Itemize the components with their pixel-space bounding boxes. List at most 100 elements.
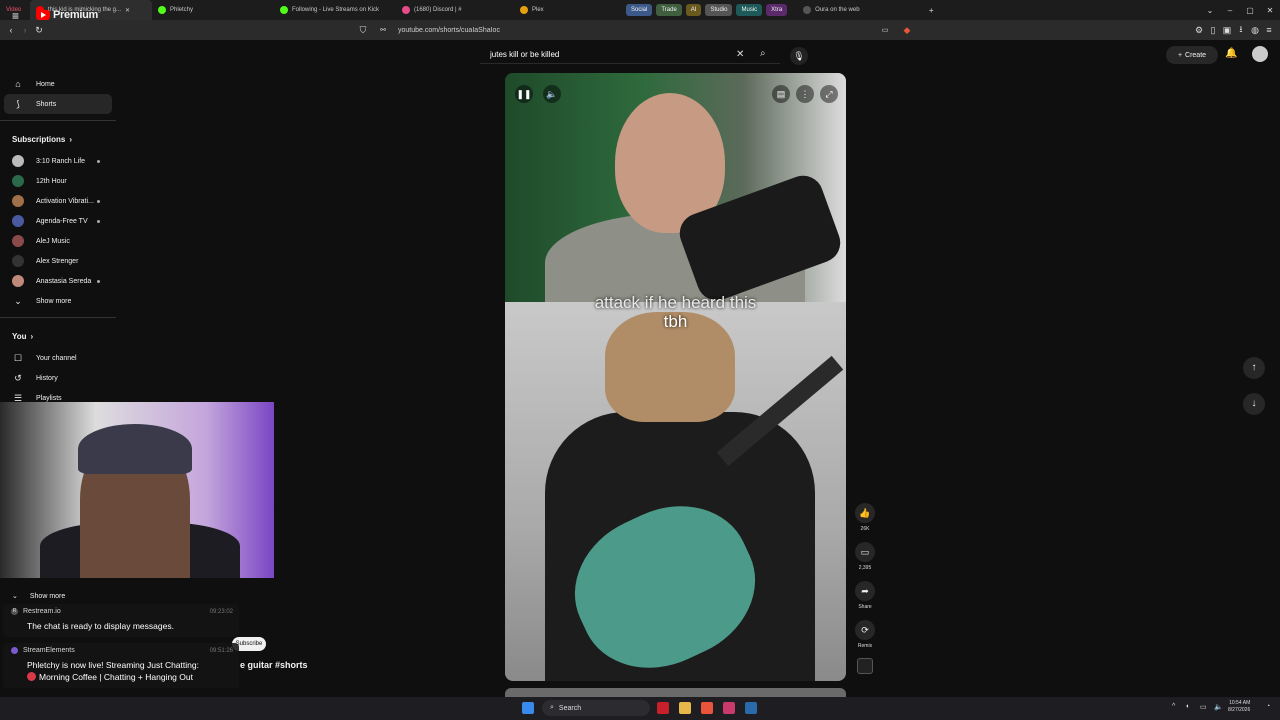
- next-short-button[interactable]: ↓: [1243, 393, 1265, 415]
- bookmark-icon[interactable]: ⛉: [356, 25, 370, 36]
- sidebar-sub-alej-music[interactable]: AleJ Music: [0, 231, 116, 251]
- voice-search-icon[interactable]: 🎙: [790, 47, 808, 65]
- minimize-button[interactable]: –: [1220, 6, 1240, 15]
- clear-search-icon[interactable]: ✕: [736, 49, 744, 60]
- site-info-icon[interactable]: ⚯: [376, 26, 390, 34]
- tab-group-social[interactable]: Social: [626, 4, 653, 16]
- you-heading[interactable]: You ›: [0, 324, 116, 348]
- tab-group-trade[interactable]: Trade: [656, 4, 682, 16]
- cast-icon[interactable]: ▭: [878, 26, 892, 34]
- tray-app-icon[interactable]: ◐: [1186, 703, 1190, 710]
- maximize-button[interactable]: ▢: [1240, 6, 1260, 15]
- taskbar-app-icon[interactable]: [657, 702, 669, 714]
- webcam-overlay: [0, 402, 274, 578]
- sidebar-sub-310-ranch-life[interactable]: 3:10 Ranch Life: [0, 151, 116, 171]
- tab-group-studio[interactable]: Studio: [705, 4, 733, 16]
- sidebar-item-home[interactable]: ⌂ Home: [0, 74, 116, 94]
- vpn-icon[interactable]: ◍: [1248, 25, 1262, 36]
- home-icon: ⌂: [15, 79, 21, 89]
- previous-short-button[interactable]: ↑: [1243, 357, 1265, 379]
- close-window-button[interactable]: ✕: [1260, 6, 1280, 15]
- network-icon[interactable]: ▭: [1200, 703, 1207, 711]
- taskbar-search[interactable]: ⌕ Search: [542, 700, 650, 716]
- share-icon[interactable]: ➦: [855, 581, 875, 601]
- steam-icon[interactable]: [745, 702, 757, 714]
- sidebar-item-shorts[interactable]: ⟆ Shorts: [4, 94, 112, 114]
- tab-group-xtra[interactable]: Xtra: [766, 4, 788, 16]
- sidebar-sub-activation-vibration[interactable]: Activation Vibrati...: [0, 191, 116, 211]
- tab-group-ai[interactable]: AI: [685, 4, 702, 16]
- remix-action[interactable]: ⟳ Remix: [855, 620, 875, 649]
- share-action[interactable]: ➦ Share: [855, 581, 875, 610]
- tab-group-music[interactable]: Music: [736, 4, 763, 16]
- new-content-dot: [97, 200, 100, 203]
- channel-avatar: [12, 275, 24, 287]
- file-explorer-icon[interactable]: [679, 702, 691, 714]
- wallet-icon[interactable]: ▣: [1220, 25, 1234, 36]
- sidebar-show-more-2[interactable]: ⌄ Show more: [12, 592, 65, 601]
- reload-icon[interactable]: ↻: [32, 25, 46, 36]
- stream-chat-overlay: R Restream.io 09:23:02 The chat is ready…: [3, 604, 239, 708]
- new-tab-button[interactable]: +: [921, 6, 941, 15]
- chevron-down-icon: ⌄: [12, 593, 18, 600]
- channel-avatar: [12, 235, 24, 247]
- streaming-app-icon[interactable]: [723, 702, 735, 714]
- account-avatar[interactable]: [1252, 46, 1268, 62]
- windows-start-icon[interactable]: [522, 702, 534, 714]
- youtube-logo[interactable]: Premium: [36, 9, 98, 21]
- browser-menu-icon[interactable]: ≡: [1262, 25, 1276, 35]
- thumbs-up-icon[interactable]: 👍: [855, 503, 875, 523]
- forward-icon[interactable]: ›: [18, 25, 32, 35]
- tab-plex[interactable]: Plex: [514, 0, 624, 20]
- new-content-dot: [97, 160, 100, 163]
- kick-icon: [158, 6, 166, 14]
- fullscreen-icon[interactable]: ⤢: [820, 85, 838, 103]
- chat-message: StreamElements 09:51:26 Phletchy is now …: [3, 643, 239, 688]
- brave-shield-icon[interactable]: ◆: [900, 25, 914, 36]
- tray-chevron-icon[interactable]: ^: [1172, 703, 1175, 710]
- tab-discord[interactable]: (1680) Discord | #: [396, 0, 514, 20]
- speaker-icon[interactable]: 🔈: [1214, 703, 1223, 711]
- volume-icon[interactable]: 🔈: [543, 85, 561, 103]
- sidebar-sub-alex-strenger[interactable]: Alex Strenger: [0, 251, 116, 271]
- search-input[interactable]: [480, 50, 730, 59]
- tab-phletchy[interactable]: Phletchy: [152, 0, 274, 20]
- comments-action[interactable]: ▭ 2,395: [855, 542, 875, 571]
- tab-kick-following[interactable]: Following - Live Streams on Kick: [274, 0, 396, 20]
- download-icon[interactable]: ⭳: [1234, 22, 1248, 38]
- url-field[interactable]: youtube.com/shorts/cuaIaShaIoc: [398, 27, 500, 34]
- restream-icon: R: [11, 608, 18, 615]
- kick-icon: [280, 6, 288, 14]
- shorts-video-player[interactable]: attack if he heard this tbh ❚❚ 🔈 ▤ ⋮ ⤢: [505, 73, 846, 681]
- sidebar-item-history[interactable]: ↺ History: [0, 368, 116, 388]
- remix-icon[interactable]: ⟳: [855, 620, 875, 640]
- close-tab-icon[interactable]: ✕: [125, 7, 130, 14]
- notification-center-icon[interactable]: ◔: [1266, 703, 1270, 710]
- sidebar-sub-anastasia-sereda[interactable]: Anastasia Sereda: [0, 271, 116, 291]
- taskbar-clock[interactable]: 10:54 AM 8/27/2026: [1228, 700, 1250, 714]
- tab-oura[interactable]: Oura on the web: [797, 0, 917, 20]
- sidebar-toggle-icon[interactable]: ▯: [1206, 25, 1220, 36]
- brave-browser-icon[interactable]: [701, 702, 713, 714]
- captions-icon[interactable]: ▤: [772, 85, 790, 103]
- sidebar-item-your-channel[interactable]: ☐ Your channel: [0, 348, 116, 368]
- channel-avatar: [12, 215, 24, 227]
- like-action[interactable]: 👍 26K: [855, 503, 875, 532]
- subscriptions-heading[interactable]: Subscriptions ›: [0, 127, 116, 151]
- pause-icon[interactable]: ❚❚: [515, 85, 533, 103]
- extensions-icon[interactable]: ⚙: [1192, 25, 1206, 36]
- more-options-icon[interactable]: ⋮: [796, 85, 814, 103]
- sidebar-sub-agenda-free-tv[interactable]: Agenda-Free TV: [0, 211, 116, 231]
- sidebar-sub-12th-hour[interactable]: 12th Hour: [0, 171, 116, 191]
- comment-icon[interactable]: ▭: [855, 542, 875, 562]
- sidebar-show-more[interactable]: ⌄ Show more: [0, 291, 116, 311]
- search-icon: ⌕: [550, 704, 554, 711]
- search-icon[interactable]: ⌕: [760, 48, 766, 59]
- hamburger-menu-icon[interactable]: ≡: [12, 9, 19, 23]
- tab-search-icon[interactable]: ⌄: [1200, 6, 1220, 15]
- create-button[interactable]: + Create: [1166, 46, 1218, 64]
- channel-thumbnail[interactable]: [857, 658, 873, 674]
- notifications-bell-icon[interactable]: 🔔: [1225, 48, 1237, 59]
- back-icon[interactable]: ‹: [4, 25, 18, 35]
- oura-icon: [803, 6, 812, 14]
